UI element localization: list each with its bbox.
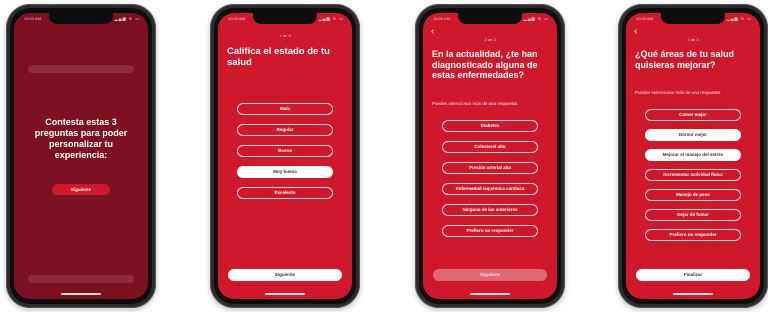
question-subtitle: Puedes seleccionar más de una respuesta. — [432, 101, 519, 106]
option-enfermedad-isquemica[interactable]: Enfermedad isquémica cardiaca — [442, 183, 538, 195]
option-regular[interactable]: Regular — [237, 124, 333, 136]
question-1-screen: 10:00 AM ▂▄▆ ≋ ▭ 1 de 3 Califica el esta… — [218, 13, 352, 299]
option-prefiero-no-responder[interactable]: Prefiero no responder — [442, 225, 538, 237]
status-icons: ▂▄▆ ≋ ▭ — [114, 16, 140, 21]
option-manejo-peso[interactable]: Manejo de peso — [645, 189, 741, 201]
options-list: Comer mejor Dormir mejor Mejorar el mane… — [626, 109, 760, 241]
option-prefiero-no-responder[interactable]: Prefiero no responder — [645, 229, 741, 241]
back-arrow-icon[interactable]: ‹ — [431, 27, 434, 37]
home-indicator — [673, 293, 713, 295]
phone-question-1: 10:00 AM ▂▄▆ ≋ ▭ 1 de 3 Califica el esta… — [210, 4, 360, 308]
option-manejo-estres[interactable]: Mejorar el manejo del estrés — [645, 149, 741, 161]
options-list: Mala Regular Buena Muy buena Excelente — [218, 103, 352, 199]
question-title: ¿Qué áreas de tu salud quisieras mejorar… — [635, 49, 735, 70]
option-comer-mejor[interactable]: Comer mejor — [645, 109, 741, 121]
option-dormir-mejor[interactable]: Dormir mejor — [645, 129, 741, 141]
next-button[interactable]: Siguiente — [433, 269, 547, 281]
status-time: 10:00 AM — [433, 16, 450, 21]
home-indicator — [470, 293, 510, 295]
phone-intro: 10:00 AM ▂▄▆ ≋ ▭ Contesta estas 3 pregun… — [6, 4, 156, 308]
intro-screen: 10:00 AM ▂▄▆ ≋ ▭ Contesta estas 3 pregun… — [14, 13, 148, 299]
home-indicator — [61, 293, 101, 295]
step-indicator: 3 de 3 — [687, 37, 699, 42]
finish-button[interactable]: Finalizar — [636, 269, 750, 281]
step-indicator: 2 de 3 — [484, 37, 496, 42]
question-2-screen: 10:00 AM ▂▄▆ ≋ ▭ ‹ 2 de 3 En la actualid… — [423, 13, 557, 299]
option-muy-buena[interactable]: Muy buena — [237, 166, 333, 178]
option-excelente[interactable]: Excelente — [237, 187, 333, 199]
notch — [253, 13, 317, 24]
question-3-screen: 10:00 AM ▂▄▆ ≋ ▭ ‹ 3 de 3 ¿Qué áreas de … — [626, 13, 760, 299]
notch — [49, 13, 113, 24]
notch — [661, 13, 725, 24]
status-icons: ▂▄▆ ≋ ▭ — [523, 16, 549, 21]
intro-text: Contesta estas 3 preguntas para poder pe… — [34, 117, 128, 160]
status-icons: ▂▄▆ ≋ ▭ — [726, 16, 752, 21]
question-title: En la actualidad, ¿te han diagnosticado … — [432, 49, 538, 80]
option-mala[interactable]: Mala — [237, 103, 333, 115]
step-indicator: 1 de 3 — [279, 33, 291, 38]
option-buena[interactable]: Buena — [237, 145, 333, 157]
option-actividad-fisica[interactable]: Incrementar actividad física — [645, 169, 741, 181]
next-button[interactable]: Siguiente — [52, 184, 110, 195]
option-presion-arterial-alta[interactable]: Presión arterial alta — [442, 162, 538, 174]
option-diabetes[interactable]: Diabetes — [442, 120, 538, 132]
phone-question-2: 10:00 AM ▂▄▆ ≋ ▭ ‹ 2 de 3 En la actualid… — [415, 4, 565, 308]
status-time: 10:00 AM — [636, 16, 653, 21]
home-indicator — [265, 293, 305, 295]
options-list: Diabetes Colesterol alto Presión arteria… — [423, 120, 557, 237]
back-arrow-icon[interactable]: ‹ — [634, 27, 637, 37]
status-time: 10:00 AM — [24, 16, 41, 21]
question-title: Califica el estado de tu salud — [227, 46, 330, 68]
option-ninguna[interactable]: Ninguna de las anteriores — [442, 204, 538, 216]
option-colesterol-alto[interactable]: Colesterol alto — [442, 141, 538, 153]
blurred-background-bar — [28, 275, 134, 283]
option-dejar-fumar[interactable]: Dejar de fumar — [645, 209, 741, 221]
next-button[interactable]: Siguiente — [228, 269, 342, 281]
phone-question-3: 10:00 AM ▂▄▆ ≋ ▭ ‹ 3 de 3 ¿Qué áreas de … — [618, 4, 768, 308]
question-subtitle: Puedes seleccionar más de una respuesta. — [635, 90, 722, 95]
notch — [458, 13, 522, 24]
status-icons: ▂▄▆ ≋ ▭ — [318, 16, 344, 21]
status-time: 10:00 AM — [228, 16, 245, 21]
blurred-background-bar — [28, 65, 134, 73]
